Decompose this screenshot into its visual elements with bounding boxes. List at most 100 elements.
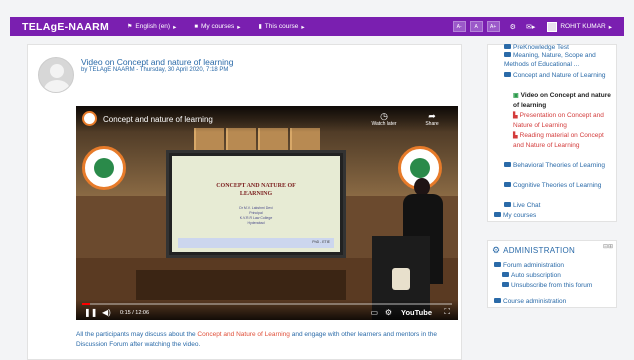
navbar-right: A- A A+ ⚙ ✉▸ ROHIT KUMAR ▸: [452, 20, 612, 33]
nav-item-concept-nature[interactable]: Concept and Nature of Learning: [504, 71, 614, 80]
post-text-highlight: Concept and Nature of Learning: [197, 331, 290, 338]
top-navbar: TELAgE-NAARM ⚑ English (en) ▸ ■ My cours…: [10, 17, 624, 36]
logo-emblem: [94, 158, 114, 178]
youtube-logo[interactable]: YouTube: [401, 308, 432, 317]
channel-logo-icon[interactable]: [82, 111, 97, 126]
slide-title: CONCEPT AND NATURE OF LEARNING: [216, 183, 296, 197]
slide: CONCEPT AND NATURE OF LEARNING Dr M.V. L…: [172, 156, 340, 252]
post-meta: by TELAgE NAARM - Thursday, 30 April 202…: [81, 67, 229, 73]
nav-item-cognitive-theories[interactable]: Cognitive Theories of Learning: [504, 181, 614, 190]
fullscreen-icon[interactable]: ⛶: [444, 307, 450, 317]
navigation-block: PreKnowledge Test Meaning, Nature, Scope…: [487, 44, 617, 222]
folder-icon: [494, 298, 501, 303]
institute-logo-left: [82, 146, 126, 190]
chevron-down-icon: ▸: [608, 23, 612, 31]
video-title[interactable]: Concept and nature of learning: [103, 115, 213, 124]
nav-item-reading-material[interactable]: ▙ Reading material on Concept and Nature …: [513, 131, 616, 150]
slide-city: Hyderabad: [247, 221, 265, 225]
admin-auto-subscription[interactable]: Auto subscription: [502, 271, 561, 280]
file-icon: ▙: [513, 133, 518, 139]
volume-icon[interactable]: ◀): [102, 308, 111, 317]
this-course-menu[interactable]: ▮ This course ▸: [258, 23, 304, 31]
avatar-head-shape: [50, 64, 64, 78]
nav-item-label: Presentation on Concept and Nature of Le…: [513, 112, 604, 129]
nav-item-my-courses[interactable]: My courses: [494, 211, 536, 220]
administration-header: ⚙ ADMINISTRATION: [492, 244, 612, 256]
settings-icon: ⚙: [492, 244, 501, 255]
folder-icon: [504, 44, 511, 49]
slide-tag: PhD - ETIE: [312, 240, 330, 244]
site-brand[interactable]: TELAgE-NAARM: [22, 21, 109, 33]
gear-icon[interactable]: ⚙: [510, 23, 516, 31]
nav-item-video-current[interactable]: ▣ Video on Concept and nature of learning: [513, 91, 616, 110]
folder-icon: [504, 72, 511, 77]
nav-item-label: Concept and Nature of Learning: [513, 72, 606, 79]
admin-unsubscribe[interactable]: Unsubscribe from this forum: [502, 281, 592, 290]
administration-block: ⚙ ADMINISTRATION ⊟⊞ Forum administration…: [487, 240, 617, 308]
folder-icon: [494, 262, 501, 267]
nav-item-presentation[interactable]: ▙ Presentation on Concept and Nature of L…: [513, 111, 616, 130]
admin-item-label: Unsubscribe from this forum: [511, 282, 593, 289]
font-decrease-button[interactable]: A-: [452, 21, 466, 32]
message-icon[interactable]: ✉▸: [526, 23, 535, 31]
font-reset-button[interactable]: A: [469, 21, 483, 32]
avatar-body-shape: [44, 80, 70, 92]
watch-later-button[interactable]: ◷ Watch later: [368, 111, 400, 127]
nav-item-meaning-nature[interactable]: Meaning, Nature, Scope and Methods of Ed…: [504, 51, 614, 69]
nav-item-behavioral-theories[interactable]: Behavioral Theories of Learning: [504, 161, 614, 170]
pause-icon[interactable]: ❚❚: [84, 308, 97, 317]
nav-item-label: Live Chat: [513, 202, 541, 209]
video-progress-bar[interactable]: [82, 303, 452, 305]
admin-item-label: Course administration: [503, 298, 567, 305]
nav-item-label: Cognitive Theories of Learning: [513, 182, 602, 189]
user-avatar: [547, 21, 558, 32]
flag-icon: ⚑: [127, 24, 133, 30]
watch-later-label: Watch later: [371, 121, 397, 127]
folder-icon: [504, 162, 511, 167]
video-progress-fill: [82, 303, 90, 305]
block-actions-icon[interactable]: ⊟⊞: [603, 243, 613, 250]
video-player[interactable]: CONCEPT AND NATURE OF LEARNING Dr M.V. L…: [76, 106, 458, 320]
user-name: ROHIT KUMAR: [560, 23, 606, 30]
folder-icon: [504, 182, 511, 187]
studio-desk: [136, 270, 346, 300]
book-icon: ▮: [258, 24, 262, 30]
settings-gear-icon[interactable]: ⚙: [385, 308, 392, 317]
slide-footer: PhD - ETIE: [178, 238, 334, 248]
post-body: All the participants may discuss about t…: [76, 330, 458, 350]
nav-item-live-chat[interactable]: Live Chat: [504, 201, 540, 210]
font-increase-button[interactable]: A+: [486, 21, 500, 32]
admin-item-label: Auto subscription: [511, 272, 561, 279]
administration-title: ADMINISTRATION: [503, 245, 576, 255]
video-time: 0:15 / 12:06: [120, 310, 150, 316]
file-icon: [502, 282, 509, 287]
nav-item-label: PreKnowledge Test: [513, 44, 569, 51]
chevron-down-icon: ▸: [173, 23, 177, 31]
share-button[interactable]: ➦ Share: [416, 111, 448, 127]
slide-presenter-info: Dr M.V. Lakshmi Devi Principal K.V.R.R L…: [172, 206, 340, 226]
briefcase-icon: ■: [194, 23, 198, 30]
chevron-down-icon: ▸: [237, 23, 241, 31]
my-courses-menu[interactable]: ■ My courses ▸: [194, 23, 240, 31]
nav-item-label: Reading material on Concept and Nature o…: [513, 132, 604, 149]
author-avatar[interactable]: [38, 57, 74, 93]
admin-forum-administration[interactable]: Forum administration: [494, 261, 564, 270]
presentation-screen: CONCEPT AND NATURE OF LEARNING Dr M.V. L…: [166, 150, 346, 258]
logo-emblem: [410, 158, 430, 178]
captions-icon[interactable]: ▭: [370, 308, 378, 317]
file-icon: [502, 272, 509, 277]
user-menu[interactable]: ROHIT KUMAR ▸: [547, 21, 612, 32]
file-icon: ▙: [513, 113, 518, 119]
folder-icon: [504, 52, 511, 57]
folder-icon: [504, 202, 511, 207]
nav-item-label: My courses: [503, 212, 537, 219]
chevron-down-icon: ▸: [301, 23, 305, 31]
this-course-label: This course: [264, 23, 299, 30]
language-menu[interactable]: ⚑ English (en) ▸: [127, 23, 176, 31]
clock-icon: ◷: [380, 111, 388, 121]
post-title[interactable]: Video on Concept and nature of learning: [81, 57, 234, 67]
share-label: Share: [425, 121, 439, 127]
nav-item-label: Video on Concept and nature of learning: [513, 92, 611, 109]
admin-course-administration[interactable]: Course administration: [494, 297, 566, 306]
post-text-start: All the participants may discuss about t…: [76, 331, 198, 338]
